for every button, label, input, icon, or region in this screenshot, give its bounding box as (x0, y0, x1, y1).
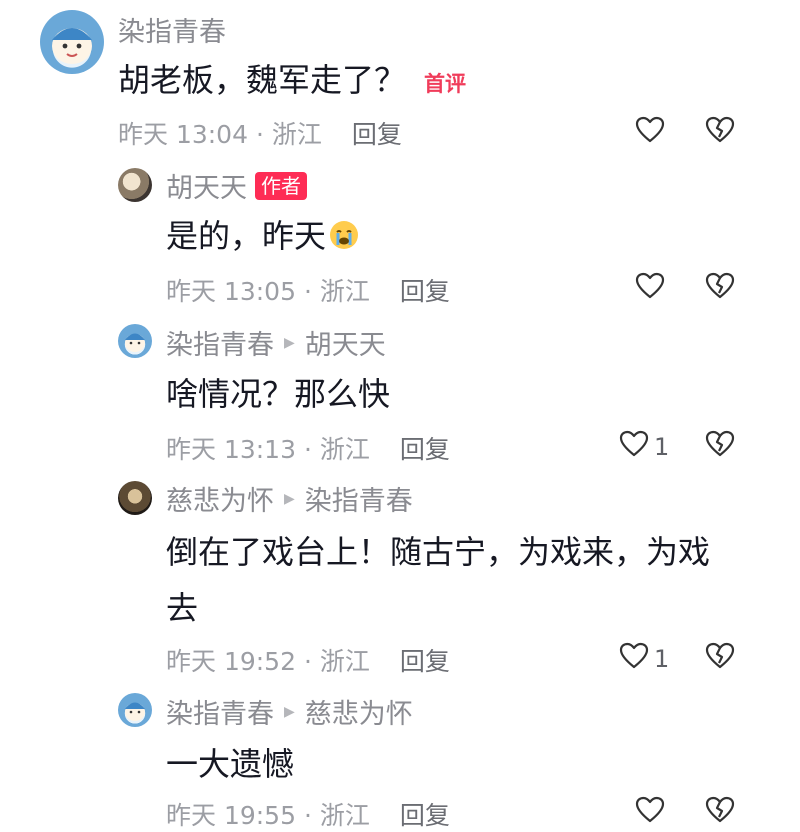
comment-text-content: 一大遗憾 (166, 745, 295, 783)
like-button[interactable]: 1 (618, 428, 669, 466)
reply-to-name[interactable]: 染指青春 (305, 479, 413, 518)
comment-text: 一大遗憾 (166, 736, 294, 792)
comment-meta: 昨天 13:13 · 浙江 回复 (166, 430, 450, 466)
comment-time-location: 昨天 13:04 · 浙江 (118, 120, 322, 149)
dislike-button[interactable] (704, 114, 736, 150)
like-count: 1 (654, 645, 670, 673)
comment-text-content: 啥情况？那么快 (166, 375, 391, 413)
comment-author[interactable]: 染指青春 (118, 10, 226, 49)
broken-heart-icon (704, 642, 736, 676)
dislike-button[interactable] (704, 640, 736, 676)
author-name[interactable]: 染指青春 (166, 692, 274, 731)
comment-text-line: 去 (166, 589, 199, 627)
dislike-button[interactable] (704, 428, 736, 464)
comment-meta: 昨天 13:04 · 浙江 回复 (118, 115, 402, 151)
comment-time-location: 昨天 13:05 · 浙江 (166, 277, 370, 306)
reply-to-name[interactable]: 慈悲为怀 (305, 692, 413, 731)
reply-button[interactable]: 回复 (400, 642, 450, 678)
comment-time-location: 昨天 19:52 · 浙江 (166, 647, 370, 676)
comment-meta: 昨天 19:55 · 浙江 回复 (166, 796, 450, 832)
dislike-button[interactable] (704, 794, 736, 830)
play-triangle-icon: ▶ (284, 334, 295, 351)
broken-heart-icon (704, 796, 736, 830)
comment-text-line: 倒在了戏台上！随古宁，为戏来，为戏 (166, 533, 711, 571)
comment-text: 倒在了戏台上！随古宁，为戏来，为戏 (166, 524, 710, 580)
play-triangle-icon: ▶ (284, 703, 295, 720)
comment-text: 是的，昨天 (166, 208, 360, 264)
heart-outline-icon (634, 794, 666, 832)
author-name[interactable]: 染指青春 (118, 10, 226, 49)
crying-face-emoji (328, 212, 360, 249)
reply-to-name[interactable]: 胡天天 (305, 323, 386, 362)
comment-time-location: 昨天 13:13 · 浙江 (166, 435, 370, 464)
avatar[interactable] (40, 10, 104, 74)
heart-outline-icon (634, 114, 666, 152)
heart-outline-icon (618, 640, 650, 678)
broken-heart-icon (704, 272, 736, 306)
comment-author[interactable]: 染指青春 ▶ 胡天天 (166, 323, 386, 362)
play-triangle-icon: ▶ (284, 490, 295, 507)
comment-meta: 昨天 13:05 · 浙江 回复 (166, 272, 450, 308)
broken-heart-icon (704, 430, 736, 464)
like-button[interactable] (634, 114, 666, 152)
comment-author[interactable]: 胡天天 作者 (166, 166, 307, 205)
first-comment-badge: 首评 (424, 72, 467, 96)
comment-author[interactable]: 慈悲为怀 ▶ 染指青春 (166, 479, 413, 518)
comment-author[interactable]: 染指青春 ▶ 慈悲为怀 (166, 692, 413, 731)
avatar[interactable] (118, 481, 152, 515)
dislike-button[interactable] (704, 270, 736, 306)
comment-text: 去 (166, 580, 198, 636)
avatar[interactable] (118, 168, 152, 202)
comment-meta: 昨天 19:52 · 浙江 回复 (166, 642, 450, 678)
comment-text-content: 胡老板，魏军走了？ (118, 61, 407, 99)
author-name[interactable]: 染指青春 (166, 323, 274, 362)
reply-button[interactable]: 回复 (400, 796, 450, 832)
avatar[interactable] (118, 693, 152, 727)
reply-button[interactable]: 回复 (352, 115, 402, 151)
comment-time-location: 昨天 19:55 · 浙江 (166, 801, 370, 830)
reply-button[interactable]: 回复 (400, 272, 450, 308)
comment-text-content: 是的，昨天 (166, 217, 327, 255)
comment-text: 啥情况？那么快 (166, 366, 390, 422)
author-name[interactable]: 胡天天 (166, 166, 247, 205)
like-button[interactable]: 1 (618, 640, 669, 678)
author-name[interactable]: 慈悲为怀 (166, 479, 274, 518)
heart-outline-icon (634, 270, 666, 308)
avatar[interactable] (118, 324, 152, 358)
like-count: 1 (654, 433, 670, 461)
heart-outline-icon (618, 428, 650, 466)
like-button[interactable] (634, 270, 666, 308)
like-button[interactable] (634, 794, 666, 832)
author-badge: 作者 (255, 171, 307, 200)
broken-heart-icon (704, 116, 736, 150)
comment-text: 胡老板，魏军走了？ 首评 (118, 52, 466, 112)
reply-button[interactable]: 回复 (400, 430, 450, 466)
